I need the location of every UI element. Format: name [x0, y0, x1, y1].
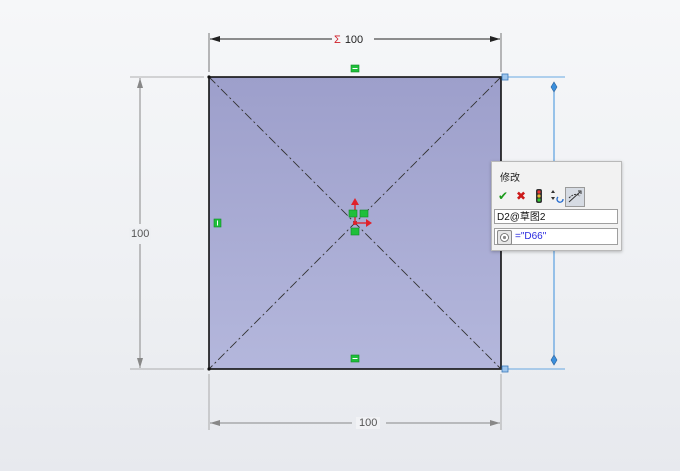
left-dimension-value[interactable]: 100 [129, 228, 152, 240]
equation-icon[interactable] [497, 230, 512, 245]
dimension-value-field[interactable]: ="D66" [494, 228, 618, 245]
dimension-value-text[interactable]: ="D66" [515, 230, 546, 244]
mark-dimension-icon[interactable] [565, 187, 585, 207]
bottom-dimension-value[interactable]: 100 [356, 417, 381, 429]
dimension-name-field[interactable]: D2@草图2 [494, 209, 618, 224]
spin-increment-icon[interactable] [549, 188, 565, 204]
corner-point[interactable] [207, 367, 211, 371]
traffic-light-icon[interactable] [531, 188, 547, 204]
top-dimension-value[interactable]: 100 [345, 34, 363, 46]
corner-point[interactable] [501, 365, 509, 373]
modify-dimension-dialog[interactable]: 修改 ✔ ✖ D2@草图2 ="D66" [491, 161, 622, 251]
horizontal-relation-icon [350, 64, 360, 73]
dialog-title: 修改 [500, 173, 520, 184]
bottom-dimension[interactable] [208, 374, 502, 430]
corner-point[interactable] [207, 75, 211, 79]
top-dimension-text[interactable]: Σ 100 [334, 34, 363, 46]
sigma-icon: Σ [334, 34, 341, 46]
vertical-relation-icon [213, 218, 222, 228]
x-icon[interactable]: ✖ [513, 188, 529, 204]
corner-point[interactable] [501, 73, 509, 81]
horizontal-relation-icon [350, 354, 360, 363]
left-dimension[interactable] [130, 76, 204, 370]
check-icon[interactable]: ✔ [495, 188, 511, 204]
dialog-toolbar: ✔ ✖ [495, 187, 617, 207]
